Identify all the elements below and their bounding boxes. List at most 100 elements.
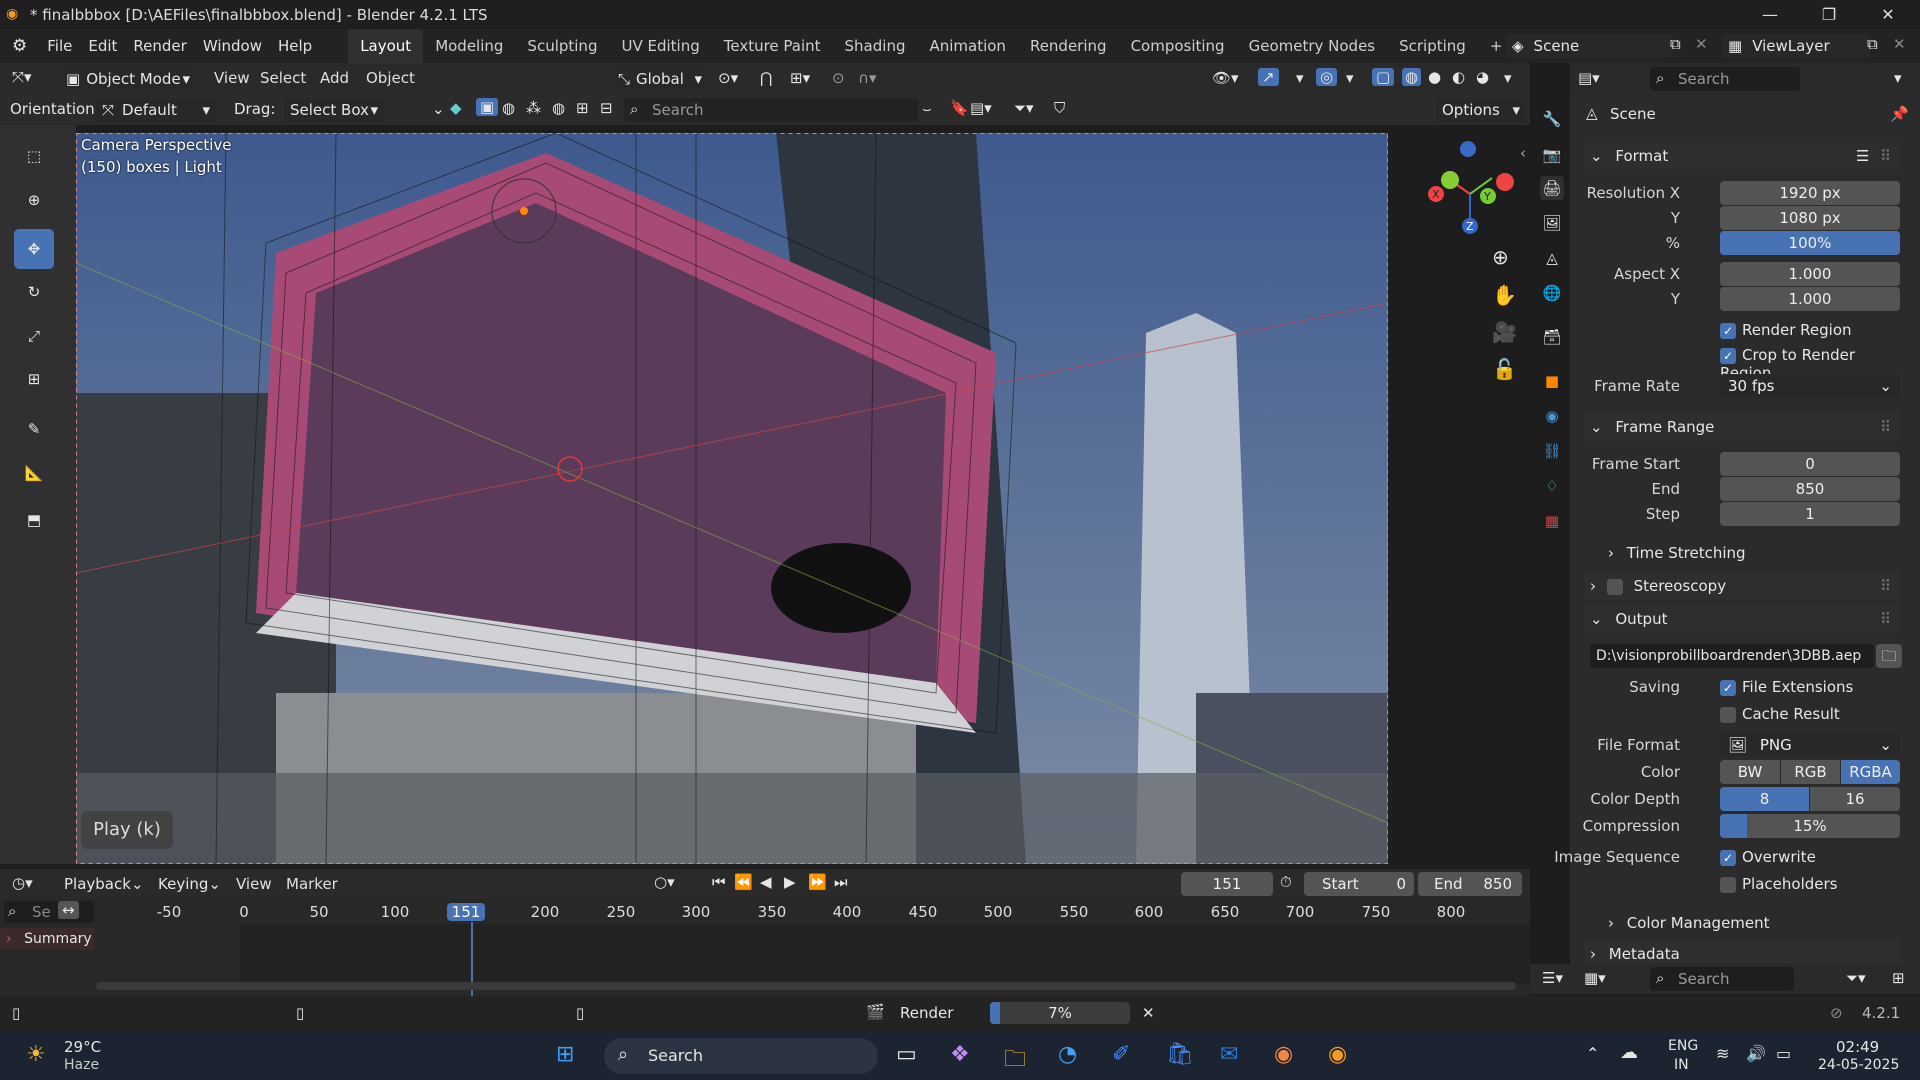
close-button[interactable]: ✕ <box>1865 0 1911 29</box>
display-mode-icon[interactable]: ▦▾ <box>1584 969 1606 987</box>
jump-end-icon[interactable]: ⏭ <box>834 873 848 891</box>
cache-result-checkbox[interactable]: Cache Result <box>1720 705 1840 723</box>
proportional-edit-icon[interactable]: ⊙ <box>832 69 845 87</box>
drag-handle-icon[interactable]: ⠿ <box>1880 605 1891 633</box>
play-icon[interactable]: ▶ <box>784 873 796 891</box>
resolution-percent-field[interactable]: 100% <box>1720 231 1900 255</box>
tab-rendering[interactable]: Rendering <box>1018 29 1119 63</box>
overwrite-checkbox[interactable]: ✓ Overwrite <box>1720 848 1816 866</box>
file-explorer-icon[interactable]: 🗀 <box>1004 1042 1026 1080</box>
taskbar-search[interactable]: ⌕ Search <box>604 1038 878 1074</box>
rotate-tool-icon[interactable]: ↻ <box>14 272 54 312</box>
menu-file[interactable]: File <box>39 29 80 63</box>
region-label[interactable]: IN <box>1674 1057 1689 1073</box>
3d-viewport[interactable]: Camera Perspective (150) boxes | Light P… <box>76 133 1388 864</box>
drag-selector[interactable]: Select Box ▾ <box>284 98 384 122</box>
select-intersect-icon[interactable]: ⊞ <box>576 99 589 117</box>
timeline-start-field[interactable]: Start 0 <box>1304 872 1414 896</box>
battery-icon[interactable]: ▭ <box>1776 1044 1791 1063</box>
output-properties-icon[interactable]: 🖨 <box>1540 176 1564 200</box>
timeline-end-field[interactable]: End 850 <box>1418 872 1522 896</box>
world-properties-icon[interactable]: 🌐 <box>1540 281 1564 305</box>
timeline-scrollbar[interactable] <box>96 982 1516 990</box>
wifi-icon[interactable]: ≋ <box>1716 1044 1729 1063</box>
tab-texture-paint[interactable]: Texture Paint <box>712 29 833 63</box>
time-stretching-subpanel[interactable]: › Time Stretching <box>1584 539 1900 567</box>
resolution-x-field[interactable]: 1920 px <box>1720 181 1900 205</box>
tab-geometry-nodes[interactable]: Geometry Nodes <box>1237 29 1388 63</box>
tab-compositing[interactable]: Compositing <box>1119 29 1237 63</box>
weather-temp[interactable]: 29°C <box>64 1038 101 1056</box>
prev-keyframe-icon[interactable]: ⏪ <box>734 873 753 891</box>
frame-start-field[interactable]: 0 <box>1720 452 1900 476</box>
onedrive-icon[interactable]: ☁ <box>1620 1042 1638 1063</box>
tab-uv-editing[interactable]: UV Editing <box>609 29 711 63</box>
layout-icon[interactable]: ▤▾ <box>970 99 992 117</box>
menu-add[interactable]: Add <box>312 62 357 94</box>
chevron-down-icon[interactable]: ▾ <box>1894 69 1902 87</box>
weather-desc[interactable]: Haze <box>64 1057 99 1073</box>
timeline-search[interactable]: ⌕ Se ↔ <box>4 901 94 923</box>
overlays-dropdown-icon[interactable]: ▾ <box>1346 69 1354 87</box>
render-region-checkbox[interactable]: ✓ Render Region <box>1720 321 1852 339</box>
tab-scripting[interactable]: Scripting <box>1387 29 1478 63</box>
compression-slider[interactable]: 15% <box>1720 814 1900 838</box>
zoom-icon[interactable]: ⊕ <box>1492 245 1509 269</box>
aspect-x-field[interactable]: 1.000 <box>1720 262 1900 286</box>
filter-icon[interactable]: ⏷▾ <box>1014 99 1034 117</box>
jump-start-icon[interactable]: ⏮ <box>712 873 726 891</box>
menu-object[interactable]: Object <box>358 62 423 94</box>
next-keyframe-icon[interactable]: ⏩ <box>808 873 827 891</box>
app-icon[interactable]: ✐ <box>1112 1042 1130 1067</box>
presets-icon[interactable]: ☰ <box>1856 142 1869 170</box>
playback-menu[interactable]: Playback ⌄ <box>58 872 146 896</box>
overlays-icon[interactable]: ◎ <box>1316 68 1338 86</box>
current-frame-field[interactable]: 151 <box>1181 872 1273 896</box>
menu-render[interactable]: Render <box>125 29 194 63</box>
delete-view-layer-icon[interactable]: ✕ <box>1893 35 1906 53</box>
cursor-tool-icon[interactable]: ⊕ <box>14 180 54 220</box>
outliner-search[interactable]: ⌕ Search <box>1650 967 1794 991</box>
snap-target-icon[interactable]: ⊞▾ <box>790 69 810 87</box>
editor-type-icon[interactable]: ⤧▾ <box>12 68 32 86</box>
solid-shading-icon[interactable]: ● <box>1428 68 1441 86</box>
resolution-y-field[interactable]: 1080 px <box>1720 206 1900 230</box>
format-section-header[interactable]: ⌄ Format ☰ ⠿ <box>1584 142 1900 170</box>
color-depth-16-button[interactable]: 16 <box>1810 787 1900 811</box>
frame-rate-dropdown[interactable]: 30 fps ⌄ <box>1720 374 1900 398</box>
windows-start-icon[interactable]: ⊞ <box>556 1042 574 1067</box>
object-properties-icon[interactable]: ■ <box>1540 369 1564 393</box>
weather-icon[interactable]: ☀ <box>26 1042 46 1067</box>
tab-shading[interactable]: Shading <box>833 29 918 63</box>
properties-search[interactable]: ⌕ Search <box>1650 67 1800 91</box>
select-mode-icon[interactable]: ▣ <box>476 98 499 116</box>
filter-icon[interactable]: ⏷▾ <box>1846 969 1866 987</box>
copilot-icon[interactable]: ❖ <box>950 1042 970 1067</box>
sidebar-toggle-icon[interactable]: ‹ <box>1520 144 1526 162</box>
color-rgb-button[interactable]: RGB <box>1781 760 1840 784</box>
transform-orientation-selector[interactable]: ⤡ Global ▾ <box>612 67 708 91</box>
auto-key-icon[interactable]: ○▾ <box>654 873 675 891</box>
timeline-marker-menu[interactable]: Marker <box>278 867 346 901</box>
color-depth-8-button[interactable]: 8 <box>1720 787 1809 811</box>
frame-range-section-header[interactable]: ⌄ Frame Range ⠿ <box>1584 413 1900 441</box>
play-reverse-icon[interactable]: ◀ <box>760 873 772 891</box>
scale-tool-icon[interactable]: ⤢ <box>14 316 54 356</box>
wireframe-shading-icon[interactable]: ◍ <box>1402 68 1422 86</box>
tab-modeling[interactable]: Modeling <box>423 29 515 63</box>
data-properties-icon[interactable]: ♢ <box>1540 474 1564 498</box>
timeline-view-menu[interactable]: View <box>228 867 280 901</box>
stereoscopy-checkbox[interactable] <box>1606 578 1623 595</box>
scene-selector[interactable]: ◈ Scene <box>1506 34 1674 58</box>
drag-handle-icon[interactable]: ⠿ <box>1880 572 1891 600</box>
gizmo-dropdown-icon[interactable]: ▾ <box>1296 69 1304 87</box>
mode-selector[interactable]: ▣ Object Mode ▾ <box>60 67 196 91</box>
stereoscopy-section-header[interactable]: › Stereoscopy ⠿ <box>1584 572 1900 600</box>
annotate-tool-icon[interactable]: ✎ <box>14 409 54 449</box>
falloff-icon[interactable]: ∩▾ <box>858 69 877 87</box>
xray-icon[interactable]: ▢ <box>1372 68 1395 86</box>
add-cube-tool-icon[interactable]: ⬒ <box>14 500 54 540</box>
visibility-icon[interactable]: 👁▾ <box>1212 69 1239 87</box>
menu-edit[interactable]: Edit <box>80 29 125 63</box>
clock-date[interactable]: 24-05-2025 <box>1818 1057 1899 1073</box>
